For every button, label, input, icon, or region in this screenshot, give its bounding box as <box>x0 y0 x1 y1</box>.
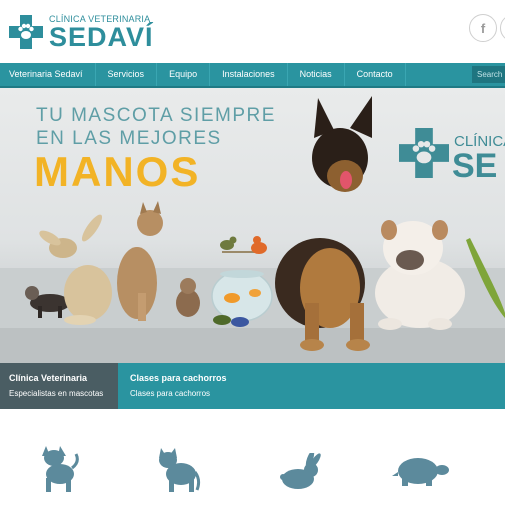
nav-item-noticias[interactable]: Noticias <box>288 63 345 86</box>
tab-clinica-veterinaria[interactable]: Clínica Veterinaria Especialistas en mas… <box>0 363 118 409</box>
tab-clases-cachorros[interactable]: Clases para cachorros Clases para cachor… <box>118 363 505 409</box>
tab-title: Clases para cachorros <box>130 373 227 383</box>
nav-item-contacto[interactable]: Contacto <box>345 63 406 86</box>
fishbowl-image <box>211 270 273 322</box>
tab-title: Clínica Veterinaria <box>9 373 88 383</box>
facebook-icon[interactable]: f <box>469 14 497 42</box>
nav-item-equipo[interactable]: Equipo <box>157 63 211 86</box>
hero-headline-2: EN LAS MEJORES <box>36 128 222 149</box>
search-input[interactable]: Search <box>472 66 505 83</box>
bulldog-image <box>375 220 465 330</box>
hero-brand-title: SE <box>452 147 498 185</box>
dog-icon[interactable] <box>36 444 80 494</box>
social-icon[interactable] <box>500 14 505 42</box>
hero-cross-paw-icon <box>399 128 449 178</box>
tab-subtitle: Clases para cachorros <box>130 389 211 398</box>
turtle-icon[interactable] <box>392 456 450 488</box>
slider-tabs: Clínica Veterinaria Especialistas en mas… <box>0 363 505 409</box>
animal-icons-row <box>0 409 505 505</box>
nav-item-instalaciones[interactable]: Instalaciones <box>210 63 288 86</box>
rabbit-icon[interactable] <box>280 453 322 489</box>
site-header: CLÍNICA VETERINARIA SEDAVÍ f <box>0 0 505 63</box>
dog-image <box>275 96 372 351</box>
hero-banner: TU MASCOTA SIEMPRE EN LAS MEJORES MANOS … <box>0 88 505 363</box>
nav-item-servicios[interactable]: Servicios <box>96 63 158 86</box>
main-nav: Veterinaria Sedaví Servicios Equipo Inst… <box>0 63 505 88</box>
cross-paw-logo-icon <box>9 15 43 49</box>
hero-headline-3: MANOS <box>34 148 201 195</box>
hero-headline-1: TU MASCOTA SIEMPRE <box>36 105 276 126</box>
nav-item-veterinaria[interactable]: Veterinaria Sedaví <box>0 63 96 86</box>
tab-subtitle: Especialistas en mascotas <box>9 389 104 398</box>
cat-icon[interactable] <box>157 446 201 494</box>
logo-title: SEDAVÍ <box>49 22 154 52</box>
bird-image <box>220 236 267 254</box>
site-logo[interactable]: CLÍNICA VETERINARIA SEDAVÍ <box>9 14 154 52</box>
